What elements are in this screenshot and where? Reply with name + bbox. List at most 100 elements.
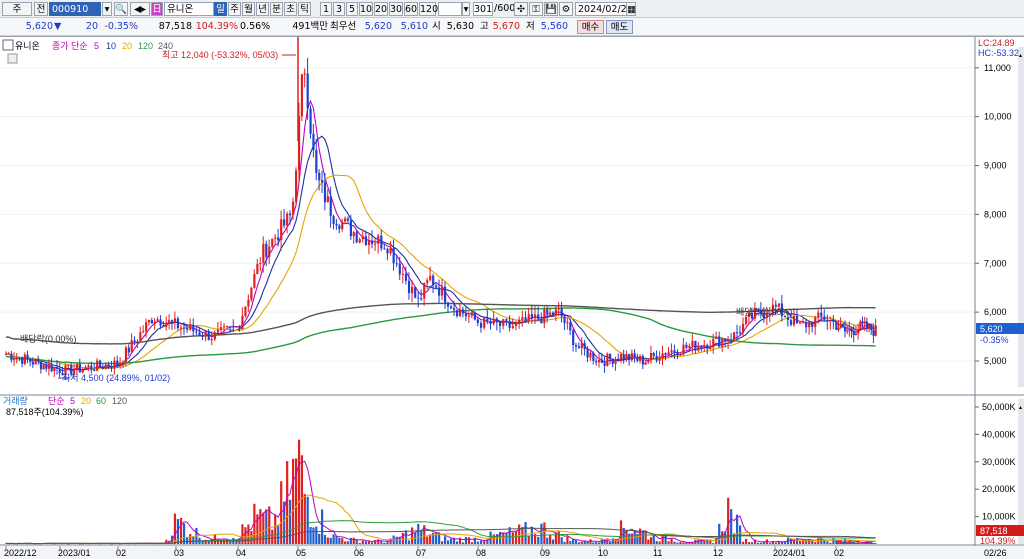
crosshair-icon[interactable]: ✣ bbox=[514, 2, 528, 16]
candle-body bbox=[438, 287, 441, 296]
chart-area[interactable]: ▴ ▴ 유니온 종가 단순 5 10 20 120 240 LC:24.89 H… bbox=[0, 36, 1024, 559]
settings-icon[interactable]: ⚙ bbox=[559, 2, 573, 16]
prev-next-icon[interactable]: ◀▸ bbox=[130, 2, 150, 16]
candle-body bbox=[625, 354, 628, 360]
minute-120[interactable]: 120 bbox=[419, 2, 438, 16]
candle-body bbox=[476, 319, 479, 323]
x-axis-label: 10 bbox=[598, 548, 608, 558]
volume-tick-label: 30,000K bbox=[982, 457, 1016, 467]
candle-body bbox=[173, 318, 177, 322]
volume-bar bbox=[179, 517, 183, 544]
scroll-up-icon[interactable]: ▴ bbox=[1019, 52, 1022, 59]
lc-label: LC:24.89 bbox=[978, 38, 1015, 48]
minute-1[interactable]: 1 bbox=[320, 2, 332, 16]
candle-body bbox=[432, 275, 435, 286]
custom-minute-input[interactable] bbox=[438, 2, 462, 16]
candle-body bbox=[116, 360, 119, 366]
volume-bar bbox=[557, 530, 560, 544]
period-tab-month[interactable]: 월 bbox=[242, 2, 255, 16]
minute-10[interactable]: 10 bbox=[359, 2, 373, 16]
candle-body bbox=[18, 357, 21, 359]
period-tab-minute[interactable]: 분 bbox=[270, 2, 283, 16]
code-prefix[interactable]: 전 bbox=[34, 2, 48, 16]
grid-icon[interactable] bbox=[7, 53, 18, 64]
custom-minute-dropdown-icon[interactable]: ▾ bbox=[462, 2, 470, 16]
calendar-icon[interactable]: ▦ bbox=[626, 2, 636, 16]
candle-body bbox=[739, 332, 742, 334]
candle-body bbox=[50, 364, 53, 372]
candle-body bbox=[652, 353, 655, 356]
volume-tick-label: 10,000K bbox=[982, 512, 1016, 522]
x-axis-label: 2022/12 bbox=[4, 548, 37, 558]
candle-body bbox=[75, 363, 79, 371]
volume-bar bbox=[358, 542, 361, 544]
volume-scroll-up-icon[interactable]: ▴ bbox=[1019, 404, 1022, 411]
stock-chart-svg[interactable]: ▴ ▴ 유니온 종가 단순 5 10 20 120 240 LC:24.89 H… bbox=[0, 37, 1024, 559]
stock-code-input[interactable]: 000910 bbox=[49, 2, 101, 16]
search-icon[interactable]: 🔍 bbox=[114, 2, 128, 16]
candle-body bbox=[569, 322, 572, 331]
candle-body bbox=[13, 359, 16, 361]
save-icon[interactable]: 💾 bbox=[544, 2, 558, 16]
period-tab-week[interactable]: 주 bbox=[228, 2, 241, 16]
minute-30[interactable]: 30 bbox=[389, 2, 403, 16]
x-axis-label: 09 bbox=[540, 548, 550, 558]
candle-body bbox=[857, 329, 860, 334]
candle-body bbox=[426, 280, 429, 284]
x-axis-label: 2024/01 bbox=[773, 548, 806, 558]
volume-bar bbox=[563, 541, 566, 544]
x-axis-label: 2023/01 bbox=[58, 548, 91, 558]
candle-body bbox=[455, 310, 459, 316]
candle-body bbox=[691, 340, 694, 346]
candle-body bbox=[533, 314, 537, 319]
volume-bar bbox=[569, 541, 572, 544]
volume-bar bbox=[274, 515, 277, 544]
volume-bar bbox=[407, 540, 411, 544]
candle-body bbox=[176, 318, 180, 329]
lock-icon[interactable]: ⚿ bbox=[529, 2, 543, 16]
minute-3[interactable]: 3 bbox=[333, 2, 345, 16]
candle-body bbox=[611, 358, 614, 364]
volume-bar bbox=[318, 533, 321, 544]
volume-bar bbox=[546, 537, 549, 544]
candle-body bbox=[53, 367, 56, 372]
candle-body bbox=[655, 355, 658, 361]
minute-5[interactable]: 5 bbox=[346, 2, 358, 16]
period-tab-day[interactable]: 일 bbox=[214, 2, 227, 16]
candle-body bbox=[398, 263, 401, 275]
low-label: 저 bbox=[526, 21, 535, 32]
candle-body bbox=[300, 74, 304, 117]
period-tab-tick[interactable]: 틱 bbox=[298, 2, 311, 16]
candle-body bbox=[744, 317, 748, 324]
legend-ma20: 20 bbox=[122, 41, 132, 51]
volume-bar bbox=[551, 539, 555, 544]
minute-20[interactable]: 20 bbox=[374, 2, 388, 16]
period-tab-second[interactable]: 초 bbox=[284, 2, 297, 16]
volume-bar bbox=[789, 538, 793, 544]
vol-ma5: 5 bbox=[70, 396, 75, 406]
candle-body bbox=[832, 320, 835, 322]
buy-button[interactable]: 매수 bbox=[577, 20, 604, 34]
date-input[interactable]: 2024/02/26 bbox=[575, 2, 633, 16]
minute-60[interactable]: 60 bbox=[404, 2, 418, 16]
candle-body bbox=[872, 330, 875, 336]
candle-body bbox=[417, 297, 420, 299]
candle-body bbox=[121, 362, 125, 364]
candle-body bbox=[444, 286, 447, 303]
volume-bar bbox=[417, 523, 420, 544]
market-select[interactable]: 주 bbox=[2, 2, 32, 16]
candle-body bbox=[21, 357, 24, 364]
candle-body bbox=[721, 339, 724, 347]
period-tab-year[interactable]: 년 bbox=[256, 2, 269, 16]
candle-body bbox=[795, 316, 799, 324]
count-input[interactable]: 301 bbox=[473, 2, 493, 16]
candle-body bbox=[435, 285, 438, 288]
candle-body bbox=[338, 225, 341, 230]
candle-body bbox=[213, 332, 216, 340]
candle-body bbox=[186, 327, 189, 330]
code-dropdown-icon[interactable]: ▾ bbox=[102, 2, 112, 16]
stock-marker-icon: 日 bbox=[151, 2, 163, 16]
candle-body bbox=[802, 322, 805, 324]
candle-body bbox=[370, 240, 374, 244]
sell-button[interactable]: 매도 bbox=[606, 20, 633, 34]
